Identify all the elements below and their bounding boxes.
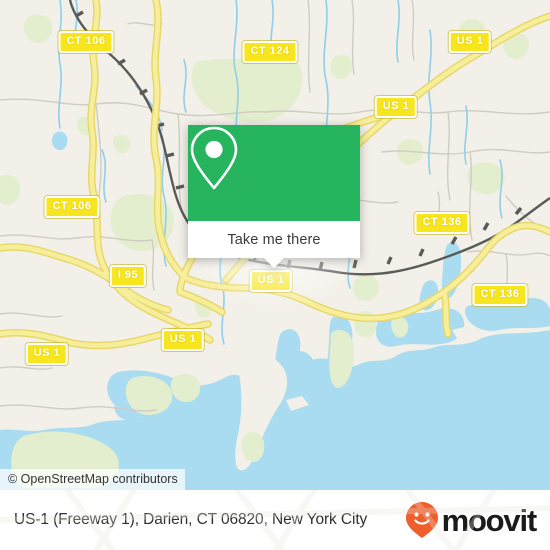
route-shield: CT 124	[242, 41, 298, 63]
map-pin-icon	[190, 126, 238, 190]
route-shield: US 1	[374, 96, 418, 118]
location-address: US-1 (Freeway 1), Darien, CT 06820, New …	[14, 511, 368, 528]
take-me-there-label: Take me there	[227, 231, 321, 248]
route-shield: CT 106	[44, 196, 100, 218]
route-shield: US 1	[161, 329, 205, 351]
route-shield: US 1	[249, 270, 293, 292]
moovit-wordmark: moovit	[441, 502, 538, 538]
moovit-brand[interactable]: moovit	[405, 501, 538, 539]
map-canvas[interactable]: CT 106 CT 124 US 1 US 1 CT 106 CT 136 I 95 US 1…	[0, 0, 550, 490]
route-shield: US 1	[448, 31, 492, 53]
route-shield: CT 136	[472, 284, 528, 306]
route-shield: US 1	[25, 343, 69, 365]
moovit-pin-smiley-icon	[405, 502, 438, 538]
map-screen: CT 106 CT 124 US 1 US 1 CT 106 CT 136 I 95 US 1…	[0, 0, 550, 550]
destination-popup[interactable]: Take me there	[188, 125, 360, 268]
popup-tail	[264, 258, 284, 268]
take-me-there-button[interactable]: Take me there	[188, 221, 360, 268]
popup-pin-panel	[188, 125, 360, 221]
osm-attribution[interactable]: © OpenStreetMap contributors	[0, 469, 185, 490]
footer-bar: US-1 (Freeway 1), Darien, CT 06820, New …	[0, 490, 550, 550]
route-shield: I 95	[109, 265, 147, 287]
route-shield: CT 136	[414, 212, 470, 234]
route-shield: CT 106	[58, 31, 114, 53]
